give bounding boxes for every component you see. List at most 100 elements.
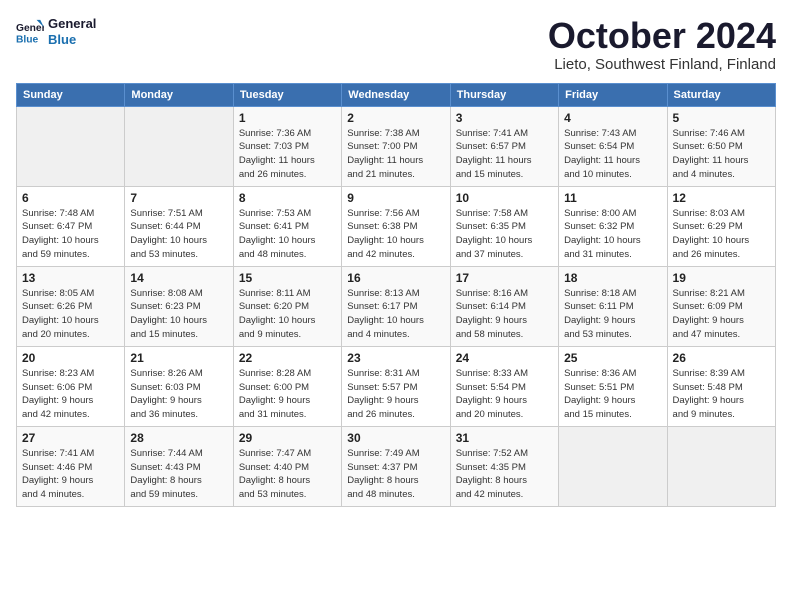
calendar-cell: 23 Sunrise: 8:31 AM Sunset: 5:57 PM Dayli…	[342, 346, 450, 426]
day-info: Sunrise: 7:49 AM Sunset: 4:37 PM Dayligh…	[347, 447, 444, 502]
calendar-cell: 28Sunrise: 7:44 AM Sunset: 4:43 PM Dayli…	[125, 426, 233, 506]
calendar-cell	[559, 426, 667, 506]
day-info: Sunrise: 8:21 AM Sunset: 6:09 PM Dayligh…	[673, 287, 770, 342]
day-number: 26	[673, 351, 770, 365]
day-info: Sunrise: 7:47 AM Sunset: 4:40 PM Dayligh…	[239, 447, 336, 502]
calendar-table: SundayMondayTuesdayWednesdayThursdayFrid…	[16, 83, 776, 507]
calendar-cell	[17, 106, 125, 186]
day-info: Sunrise: 8:08 AM Sunset: 6:23 PM Dayligh…	[130, 287, 227, 342]
calendar-cell: 2 Sunrise: 7:38 AM Sunset: 7:00 PM Daylig…	[342, 106, 450, 186]
header-thursday: Thursday	[450, 83, 558, 106]
calendar-cell: 1Sunrise: 7:36 AM Sunset: 7:03 PM Daylig…	[233, 106, 341, 186]
day-number: 14	[130, 271, 227, 285]
day-info: Sunrise: 8:39 AM Sunset: 5:48 PM Dayligh…	[673, 367, 770, 422]
day-info: Sunrise: 8:00 AM Sunset: 6:32 PM Dayligh…	[564, 207, 661, 262]
day-info: Sunrise: 7:48 AM Sunset: 6:47 PM Dayligh…	[22, 207, 119, 262]
calendar-cell: 22Sunrise: 8:28 AM Sunset: 6:00 PM Dayli…	[233, 346, 341, 426]
calendar-cell: 7 Sunrise: 7:51 AM Sunset: 6:44 PM Daylig…	[125, 186, 233, 266]
day-number: 7	[130, 191, 227, 205]
day-number: 13	[22, 271, 119, 285]
calendar-cell: 29 Sunrise: 7:47 AM Sunset: 4:40 PM Dayli…	[233, 426, 341, 506]
calendar-cell: 8Sunrise: 7:53 AM Sunset: 6:41 PM Daylig…	[233, 186, 341, 266]
logo-line1: General	[48, 16, 96, 32]
header: General Blue General Blue October 2024 L…	[16, 16, 776, 73]
calendar-cell: 26 Sunrise: 8:39 AM Sunset: 5:48 PM Dayli…	[667, 346, 775, 426]
day-info: Sunrise: 8:03 AM Sunset: 6:29 PM Dayligh…	[673, 207, 770, 262]
month-title: October 2024	[548, 16, 776, 56]
location-title: Lieto, Southwest Finland, Finland	[548, 56, 776, 73]
day-info: Sunrise: 8:18 AM Sunset: 6:11 PM Dayligh…	[564, 287, 661, 342]
header-saturday: Saturday	[667, 83, 775, 106]
title-section: October 2024 Lieto, Southwest Finland, F…	[548, 16, 776, 73]
calendar-cell: 19Sunrise: 8:21 AM Sunset: 6:09 PM Dayli…	[667, 266, 775, 346]
day-info: Sunrise: 7:38 AM Sunset: 7:00 PM Dayligh…	[347, 127, 444, 182]
day-number: 5	[673, 111, 770, 125]
day-info: Sunrise: 8:11 AM Sunset: 6:20 PM Dayligh…	[239, 287, 336, 342]
day-info: Sunrise: 8:31 AM Sunset: 5:57 PM Dayligh…	[347, 367, 444, 422]
calendar-cell: 25 Sunrise: 8:36 AM Sunset: 5:51 PM Dayli…	[559, 346, 667, 426]
day-number: 27	[22, 431, 119, 445]
day-number: 10	[456, 191, 553, 205]
calendar-header-row: SundayMondayTuesdayWednesdayThursdayFrid…	[17, 83, 776, 106]
day-info: Sunrise: 7:58 AM Sunset: 6:35 PM Dayligh…	[456, 207, 553, 262]
day-number: 15	[239, 271, 336, 285]
day-number: 9	[347, 191, 444, 205]
day-info: Sunrise: 7:53 AM Sunset: 6:41 PM Dayligh…	[239, 207, 336, 262]
svg-text:Blue: Blue	[16, 34, 39, 45]
day-number: 20	[22, 351, 119, 365]
week-row-3: 20Sunrise: 8:23 AM Sunset: 6:06 PM Dayli…	[17, 346, 776, 426]
calendar-cell: 5 Sunrise: 7:46 AM Sunset: 6:50 PM Daylig…	[667, 106, 775, 186]
day-number: 21	[130, 351, 227, 365]
calendar-cell: 15 Sunrise: 8:11 AM Sunset: 6:20 PM Dayli…	[233, 266, 341, 346]
calendar-cell: 11 Sunrise: 8:00 AM Sunset: 6:32 PM Dayli…	[559, 186, 667, 266]
calendar-cell: 4Sunrise: 7:43 AM Sunset: 6:54 PM Daylig…	[559, 106, 667, 186]
logo-line2: Blue	[48, 32, 96, 48]
day-info: Sunrise: 8:33 AM Sunset: 5:54 PM Dayligh…	[456, 367, 553, 422]
day-info: Sunrise: 8:26 AM Sunset: 6:03 PM Dayligh…	[130, 367, 227, 422]
calendar-cell: 21 Sunrise: 8:26 AM Sunset: 6:03 PM Dayli…	[125, 346, 233, 426]
day-number: 29	[239, 431, 336, 445]
day-info: Sunrise: 8:16 AM Sunset: 6:14 PM Dayligh…	[456, 287, 553, 342]
week-row-0: 1Sunrise: 7:36 AM Sunset: 7:03 PM Daylig…	[17, 106, 776, 186]
day-number: 12	[673, 191, 770, 205]
calendar-cell: 30Sunrise: 7:49 AM Sunset: 4:37 PM Dayli…	[342, 426, 450, 506]
day-number: 25	[564, 351, 661, 365]
calendar-cell: 27 Sunrise: 7:41 AM Sunset: 4:46 PM Dayli…	[17, 426, 125, 506]
day-info: Sunrise: 7:51 AM Sunset: 6:44 PM Dayligh…	[130, 207, 227, 262]
day-number: 22	[239, 351, 336, 365]
svg-text:General: General	[16, 23, 44, 34]
day-info: Sunrise: 7:46 AM Sunset: 6:50 PM Dayligh…	[673, 127, 770, 182]
day-info: Sunrise: 7:41 AM Sunset: 4:46 PM Dayligh…	[22, 447, 119, 502]
day-number: 3	[456, 111, 553, 125]
calendar-cell: 20Sunrise: 8:23 AM Sunset: 6:06 PM Dayli…	[17, 346, 125, 426]
day-number: 6	[22, 191, 119, 205]
day-number: 23	[347, 351, 444, 365]
header-tuesday: Tuesday	[233, 83, 341, 106]
calendar-cell: 14 Sunrise: 8:08 AM Sunset: 6:23 PM Dayli…	[125, 266, 233, 346]
week-row-1: 6 Sunrise: 7:48 AM Sunset: 6:47 PM Daylig…	[17, 186, 776, 266]
day-number: 31	[456, 431, 553, 445]
day-info: Sunrise: 7:52 AM Sunset: 4:35 PM Dayligh…	[456, 447, 553, 502]
calendar-cell: 12 Sunrise: 8:03 AM Sunset: 6:29 PM Dayli…	[667, 186, 775, 266]
day-info: Sunrise: 8:13 AM Sunset: 6:17 PM Dayligh…	[347, 287, 444, 342]
day-number: 18	[564, 271, 661, 285]
day-number: 4	[564, 111, 661, 125]
calendar-cell: 18 Sunrise: 8:18 AM Sunset: 6:11 PM Dayli…	[559, 266, 667, 346]
calendar-cell: 13 Sunrise: 8:05 AM Sunset: 6:26 PM Dayli…	[17, 266, 125, 346]
day-info: Sunrise: 7:56 AM Sunset: 6:38 PM Dayligh…	[347, 207, 444, 262]
logo-icon: General Blue	[16, 18, 44, 46]
day-info: Sunrise: 7:36 AM Sunset: 7:03 PM Dayligh…	[239, 127, 336, 182]
week-row-2: 13 Sunrise: 8:05 AM Sunset: 6:26 PM Dayli…	[17, 266, 776, 346]
day-number: 11	[564, 191, 661, 205]
day-info: Sunrise: 8:36 AM Sunset: 5:51 PM Dayligh…	[564, 367, 661, 422]
day-info: Sunrise: 8:05 AM Sunset: 6:26 PM Dayligh…	[22, 287, 119, 342]
day-info: Sunrise: 7:41 AM Sunset: 6:57 PM Dayligh…	[456, 127, 553, 182]
calendar-cell	[125, 106, 233, 186]
calendar-cell: 31 Sunrise: 7:52 AM Sunset: 4:35 PM Dayli…	[450, 426, 558, 506]
day-info: Sunrise: 7:44 AM Sunset: 4:43 PM Dayligh…	[130, 447, 227, 502]
day-number: 2	[347, 111, 444, 125]
calendar-cell: 3 Sunrise: 7:41 AM Sunset: 6:57 PM Daylig…	[450, 106, 558, 186]
header-monday: Monday	[125, 83, 233, 106]
calendar-cell: 6 Sunrise: 7:48 AM Sunset: 6:47 PM Daylig…	[17, 186, 125, 266]
day-number: 24	[456, 351, 553, 365]
